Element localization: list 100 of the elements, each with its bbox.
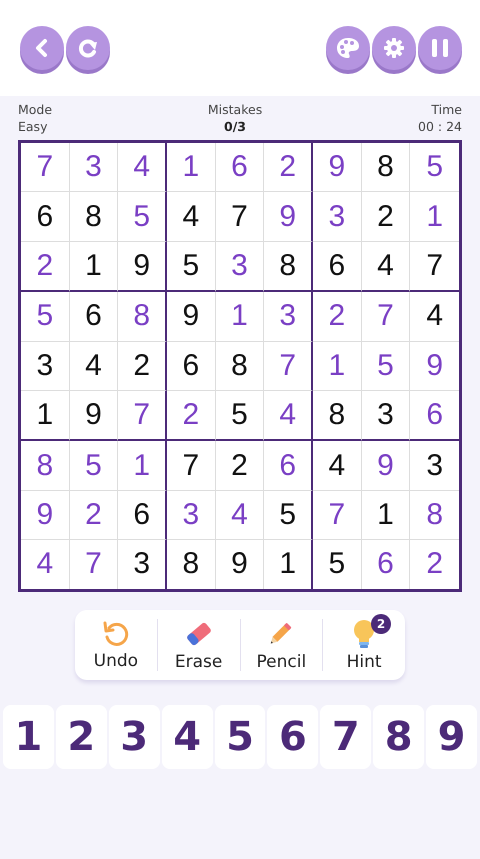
sudoku-cell[interactable]: 5 [216,390,264,442]
sudoku-cell[interactable]: 3 [362,390,410,442]
sudoku-cell[interactable]: 3 [264,292,313,342]
sudoku-cell[interactable]: 6 [313,242,362,292]
sudoku-cell[interactable]: 4 [167,192,216,242]
sudoku-cell[interactable]: 5 [167,242,216,292]
theme-button[interactable] [326,26,370,70]
sudoku-cell[interactable]: 3 [118,540,167,589]
sudoku-cell[interactable]: 2 [118,342,167,391]
sudoku-cell[interactable]: 1 [264,540,313,589]
sudoku-cell[interactable]: 5 [70,441,118,491]
sudoku-cell[interactable]: 9 [21,490,70,540]
erase-button[interactable]: Erase [158,616,240,674]
sudoku-cell[interactable]: 1 [21,390,70,442]
settings-button[interactable] [372,26,416,70]
sudoku-cell[interactable]: 5 [264,490,313,540]
sudoku-cell[interactable]: 1 [70,242,118,292]
sudoku-cell[interactable]: 5 [362,342,410,391]
sudoku-cell[interactable]: 6 [21,192,70,242]
sudoku-cell[interactable]: 7 [362,292,410,342]
sudoku-cell[interactable]: 7 [167,441,216,491]
sudoku-cell[interactable]: 8 [362,143,410,192]
sudoku-cell[interactable]: 4 [118,143,167,192]
sudoku-cell[interactable]: 2 [264,143,313,192]
sudoku-cell[interactable]: 9 [216,540,264,589]
sudoku-cell[interactable]: 9 [264,192,313,242]
sudoku-cell[interactable]: 7 [70,540,118,589]
sudoku-cell[interactable]: 8 [167,540,216,589]
sudoku-cell[interactable]: 6 [216,143,264,192]
pencil-button[interactable]: Pencil [240,616,322,674]
sudoku-cell[interactable]: 6 [167,342,216,391]
sudoku-cell[interactable]: 3 [410,441,459,491]
sudoku-cell[interactable]: 2 [70,490,118,540]
number-key[interactable]: 8 [373,704,424,769]
number-key[interactable]: 3 [108,704,160,769]
sudoku-cell[interactable]: 6 [410,390,459,442]
sudoku-cell[interactable]: 8 [264,242,313,292]
number-key[interactable]: 5 [214,704,266,769]
sudoku-cell[interactable]: 9 [118,242,167,292]
sudoku-cell[interactable]: 1 [313,342,362,391]
sudoku-cell[interactable]: 2 [216,441,264,491]
sudoku-cell[interactable]: 6 [70,292,118,342]
sudoku-cell[interactable]: 4 [21,540,70,589]
hint-button[interactable]: Hint 2 [323,616,405,674]
sudoku-cell[interactable]: 7 [216,192,264,242]
sudoku-cell[interactable]: 6 [118,490,167,540]
sudoku-cell[interactable]: 4 [410,292,459,342]
sudoku-cell[interactable]: 1 [216,292,264,342]
sudoku-cell[interactable]: 3 [216,242,264,292]
sudoku-cell[interactable]: 2 [410,540,459,589]
sudoku-cell[interactable]: 8 [216,342,264,391]
sudoku-cell[interactable]: 7 [410,242,459,292]
sudoku-cell[interactable]: 8 [410,490,459,540]
sudoku-cell[interactable]: 3 [21,342,70,391]
sudoku-cell[interactable]: 6 [264,441,313,491]
sudoku-cell[interactable]: 7 [313,490,362,540]
mode-value: Easy [18,119,48,134]
sudoku-cell[interactable]: 8 [70,192,118,242]
sudoku-cell[interactable]: 2 [313,292,362,342]
sudoku-cell[interactable]: 6 [362,540,410,589]
sudoku-cell[interactable]: 4 [264,390,313,442]
sudoku-cell[interactable]: 1 [167,143,216,192]
sudoku-cell[interactable]: 2 [167,390,216,442]
number-key[interactable]: 1 [3,704,54,769]
sudoku-cell[interactable]: 5 [313,540,362,589]
number-key[interactable]: 7 [320,704,372,769]
sudoku-cell[interactable]: 4 [313,441,362,491]
sudoku-cell[interactable]: 9 [167,292,216,342]
sudoku-cell[interactable]: 7 [21,143,70,192]
sudoku-cell[interactable]: 4 [216,490,264,540]
sudoku-cell[interactable]: 3 [70,143,118,192]
sudoku-cell[interactable]: 3 [167,490,216,540]
back-button[interactable] [20,26,64,70]
sudoku-cell[interactable]: 2 [362,192,410,242]
number-key[interactable]: 9 [426,704,478,769]
sudoku-cell[interactable]: 4 [70,342,118,391]
sudoku-cell[interactable]: 1 [410,192,459,242]
sudoku-cell[interactable]: 5 [118,192,167,242]
sudoku-cell[interactable]: 9 [313,143,362,192]
number-key[interactable]: 6 [267,704,318,769]
sudoku-cell[interactable]: 7 [264,342,313,391]
sudoku-cell[interactable]: 2 [21,242,70,292]
pause-button[interactable] [418,26,462,70]
sudoku-cell[interactable]: 3 [313,192,362,242]
undo-button[interactable]: Undo [75,616,157,673]
sudoku-cell[interactable]: 9 [362,441,410,491]
sudoku-cell[interactable]: 4 [362,242,410,292]
sudoku-cell[interactable]: 5 [410,143,459,192]
sudoku-cell[interactable]: 8 [313,390,362,442]
number-key[interactable]: 4 [162,704,213,769]
sudoku-cell[interactable]: 1 [362,490,410,540]
sudoku-cell[interactable]: 8 [118,292,167,342]
sudoku-cell[interactable]: 7 [118,390,167,442]
sudoku-cell[interactable]: 9 [410,342,459,391]
sudoku-cell[interactable]: 1 [118,441,167,491]
number-key[interactable]: 2 [56,704,107,769]
sudoku-cell[interactable]: 8 [21,441,70,491]
restart-button[interactable] [66,26,110,70]
sudoku-cell[interactable]: 9 [70,390,118,442]
sudoku-cell[interactable]: 5 [21,292,70,342]
